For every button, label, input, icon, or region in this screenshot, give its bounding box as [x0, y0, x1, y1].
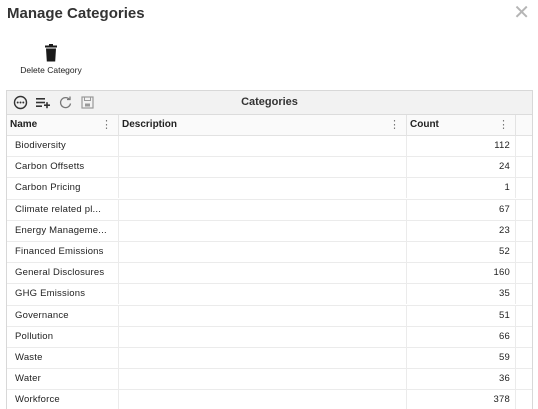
cell-name: Energy Manageme...: [7, 220, 119, 241]
cell-description: [119, 284, 407, 305]
cell-description: [119, 326, 407, 347]
column-description-label: Description: [122, 119, 178, 130]
table-row[interactable]: Pollution 66: [7, 326, 532, 348]
cell-name: Carbon Pricing: [7, 178, 119, 199]
column-header-description[interactable]: Description ⋮: [119, 115, 407, 135]
cell-description: [119, 241, 407, 262]
grid-body: Biodiversity 112 Carbon Offsetts 24 Carbon P…: [7, 136, 532, 409]
table-row[interactable]: Climate related pl... 67: [7, 199, 532, 221]
delete-category-label: Delete Category: [20, 65, 82, 75]
column-name-label: Name: [10, 119, 38, 130]
header-row: Name ⋮ Description ⋮ Count ⋮: [7, 115, 532, 136]
cell-name: Climate related pl...: [7, 199, 119, 220]
cell-name: GHG Emissions: [7, 284, 119, 305]
cell-count: 23: [407, 220, 516, 241]
cell-description: [119, 347, 407, 368]
refresh-icon[interactable]: [58, 95, 73, 110]
column-count-label: Count: [410, 119, 439, 130]
cell-count: 51: [407, 305, 516, 326]
cell-count: 66: [407, 326, 516, 347]
cell-description: [119, 136, 407, 156]
delete-category-button[interactable]: Delete Category: [16, 44, 86, 75]
cell-count: 378: [407, 390, 516, 409]
cell-count: 1: [407, 178, 516, 199]
cell-description: [119, 220, 407, 241]
table-row[interactable]: Energy Manageme... 23: [7, 220, 532, 242]
column-menu-icon[interactable]: ⋮: [389, 115, 400, 135]
cell-name: Financed Emissions: [7, 241, 119, 262]
cell-count: 59: [407, 347, 516, 368]
cell-name: Water: [7, 369, 119, 390]
cell-description: [119, 390, 407, 409]
cell-description: [119, 157, 407, 178]
dialog-title: Manage Categories: [7, 5, 145, 22]
cell-count: 52: [407, 241, 516, 262]
cell-description: [119, 263, 407, 284]
close-icon[interactable]: ✕: [513, 3, 530, 23]
table-row[interactable]: Biodiversity 112: [7, 136, 532, 158]
add-row-icon[interactable]: [35, 95, 50, 110]
cell-count: 24: [407, 157, 516, 178]
trash-icon: [45, 44, 57, 62]
cell-name: Waste: [7, 347, 119, 368]
cell-description: [119, 199, 407, 220]
table-row[interactable]: Waste 59: [7, 347, 532, 370]
more-options-icon[interactable]: [13, 95, 28, 110]
grid-toolbar: Categories: [7, 91, 532, 115]
table-row[interactable]: Financed Emissions 52: [7, 241, 532, 264]
table-row[interactable]: General Disclosures 160: [7, 263, 532, 285]
cell-name: Carbon Offsetts: [7, 157, 119, 178]
column-header-count[interactable]: Count ⋮: [407, 115, 516, 135]
cell-count: 67: [407, 199, 516, 220]
cell-count: 36: [407, 369, 516, 390]
column-header-name[interactable]: Name ⋮: [7, 115, 119, 135]
table-row[interactable]: Carbon Offsetts 24: [7, 157, 532, 179]
cell-name: General Disclosures: [7, 263, 119, 284]
categories-grid: Categories Name ⋮ Description ⋮ Count ⋮ …: [6, 90, 533, 409]
cell-name: Biodiversity: [7, 136, 119, 156]
cell-name: Pollution: [7, 326, 119, 347]
table-row[interactable]: Governance 51: [7, 305, 532, 327]
column-menu-icon[interactable]: ⋮: [498, 115, 509, 135]
table-row[interactable]: Carbon Pricing 1: [7, 178, 532, 200]
cell-description: [119, 369, 407, 390]
cell-name: Workforce: [7, 390, 119, 409]
table-row[interactable]: GHG Emissions 35: [7, 284, 532, 306]
table-row[interactable]: Water 36: [7, 369, 532, 391]
column-menu-icon[interactable]: ⋮: [101, 115, 112, 135]
cell-description: [119, 305, 407, 326]
cell-count: 160: [407, 263, 516, 284]
cell-count: 35: [407, 284, 516, 305]
table-row[interactable]: Workforce 378: [7, 390, 532, 409]
cell-name: Governance: [7, 305, 119, 326]
cell-description: [119, 178, 407, 199]
save-icon[interactable]: [80, 95, 95, 110]
cell-count: 112: [407, 136, 516, 156]
